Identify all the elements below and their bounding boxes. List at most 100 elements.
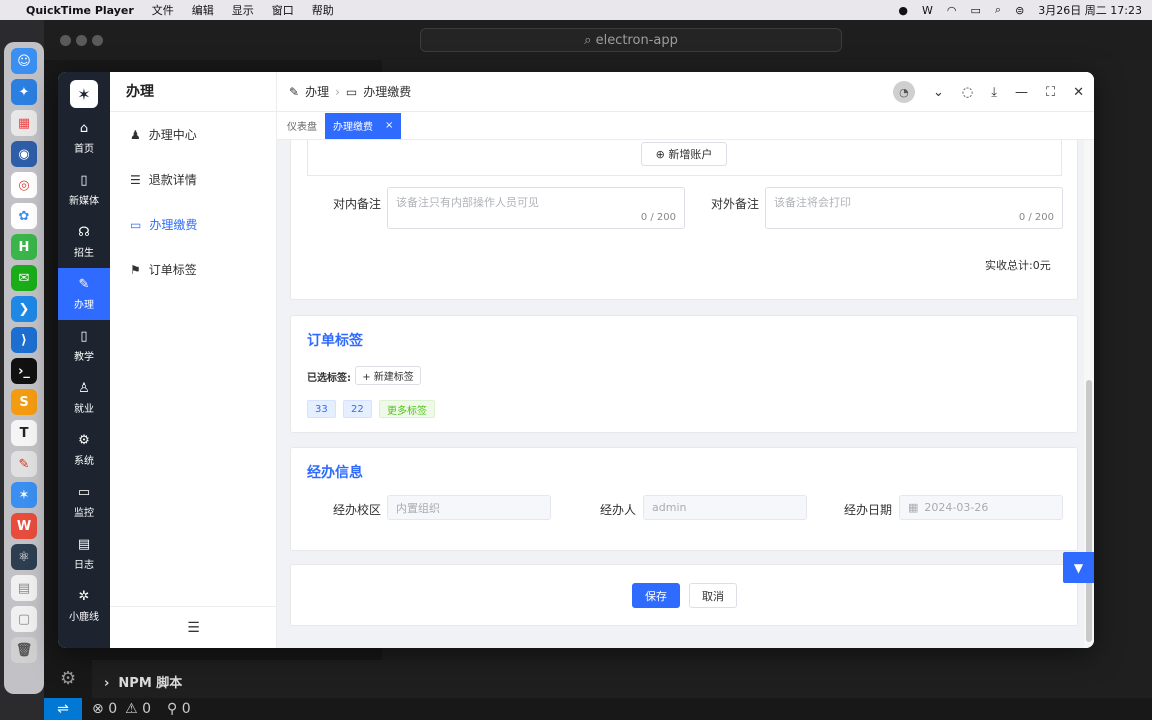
- menubar-app-name[interactable]: QuickTime Player: [26, 4, 134, 17]
- rail-item-label: 系统: [74, 456, 94, 467]
- wifi-icon[interactable]: ◠: [947, 4, 957, 17]
- typora-icon[interactable]: T: [11, 420, 37, 446]
- menubar-item-view[interactable]: 显示: [232, 2, 254, 18]
- menubar-item-file[interactable]: 文件: [152, 2, 174, 18]
- vscode-npm-scripts[interactable]: › NPM 脚本: [104, 672, 182, 691]
- warning-icon[interactable]: ⚠: [125, 701, 142, 717]
- menubar-item-edit[interactable]: 编辑: [192, 2, 214, 18]
- control-center-icon[interactable]: ⊜: [1015, 4, 1024, 17]
- card-icon: ▭: [345, 84, 358, 99]
- campus-select[interactable]: 内置组织: [387, 495, 551, 520]
- tab-payment[interactable]: 办理缴费 ×: [325, 112, 402, 139]
- menubar-item-help[interactable]: 帮助: [312, 2, 334, 18]
- quicktime-icon[interactable]: ◉: [11, 141, 37, 167]
- sublime-icon[interactable]: S: [11, 389, 37, 415]
- bookmark-icon: ⚑: [130, 262, 141, 277]
- minimize-traffic-light[interactable]: [76, 35, 87, 46]
- gear-icon[interactable]: ⚙: [60, 668, 76, 689]
- rail-item-teaching[interactable]: ▯ 教学: [58, 320, 110, 372]
- fullscreen-icon[interactable]: ⛶: [1046, 85, 1055, 100]
- message-icon[interactable]: ◌: [962, 85, 973, 100]
- vscode-icon[interactable]: ⟩: [11, 327, 37, 353]
- monitor-icon: ▭: [77, 485, 91, 500]
- launchpad-icon[interactable]: ▦: [11, 110, 37, 136]
- sub-menu: 办理 ♟ 办理中心 ☰ 退款详情 ▭ 办理缴费 ⚑ 订单标签 ☰: [110, 72, 277, 648]
- chrome-icon[interactable]: ◎: [11, 172, 37, 198]
- terminal-icon[interactable]: ›_: [11, 358, 37, 384]
- status-ports: 0: [181, 701, 191, 717]
- scrollbar-thumb[interactable]: [1086, 380, 1092, 642]
- bug-icon: ✲: [78, 589, 90, 604]
- rail-item-employment[interactable]: ♙ 就业: [58, 372, 110, 424]
- cancel-button[interactable]: 取消: [689, 583, 737, 608]
- selected-tags-label: 已选标签:: [307, 373, 351, 384]
- rail-item-handle[interactable]: ✎ 办理: [58, 268, 110, 320]
- wps-dock-icon[interactable]: W: [11, 513, 37, 539]
- safari-icon[interactable]: ✦: [11, 79, 37, 105]
- rail-item-system[interactable]: ⚙ 系统: [58, 424, 110, 476]
- electron-icon[interactable]: ⚛: [11, 544, 37, 570]
- wechat-icon[interactable]: ✉: [11, 265, 37, 291]
- paint-icon[interactable]: ✎: [11, 451, 37, 477]
- error-icon[interactable]: ⊗: [92, 701, 108, 717]
- add-account-button[interactable]: ⊕ 新增账户: [641, 142, 727, 166]
- record-icon[interactable]: ●: [898, 4, 908, 17]
- zoom-traffic-light[interactable]: [92, 35, 103, 46]
- breadcrumb-root[interactable]: 办理: [305, 83, 329, 100]
- search-icon[interactable]: ⌕: [995, 3, 1001, 17]
- battery-icon[interactable]: ▭: [971, 4, 981, 17]
- close-traffic-light[interactable]: [60, 35, 71, 46]
- finder-icon[interactable]: ☺: [11, 48, 37, 74]
- wps-icon[interactable]: W: [922, 4, 933, 17]
- arrow-app-icon[interactable]: ❯: [11, 296, 37, 322]
- collapse-menu-button[interactable]: ☰: [110, 606, 277, 648]
- document-icon[interactable]: ▢: [11, 606, 37, 632]
- handler-field[interactable]: admin: [643, 495, 807, 520]
- deer-app-icon[interactable]: ✶: [11, 482, 37, 508]
- breadcrumb: ✎ 办理 › ▭ 办理缴费: [289, 83, 411, 100]
- menu-item-center[interactable]: ♟ 办理中心: [110, 112, 276, 157]
- tab-dashboard[interactable]: 仪表盘: [283, 113, 321, 139]
- rail-item-media[interactable]: ▯ 新媒体: [58, 164, 110, 216]
- more-tags-button[interactable]: 更多标签: [379, 400, 435, 418]
- status-errors: 0: [108, 701, 118, 717]
- menu-item-payment[interactable]: ▭ 办理缴费: [110, 202, 276, 247]
- menubar-item-window[interactable]: 窗口: [272, 2, 294, 18]
- vscode-command-search[interactable]: ⌕ electron-app: [420, 28, 842, 52]
- save-button[interactable]: 保存: [632, 583, 680, 608]
- chevron-down-icon[interactable]: ⌄: [933, 85, 944, 100]
- top-bar: ✎ 办理 › ▭ 办理缴费 ◔ ⌄ ◌ ⤓ — ⛶ ✕: [277, 72, 1094, 112]
- minimize-icon[interactable]: —: [1015, 85, 1028, 100]
- rail-item-enroll[interactable]: ☊ 招生: [58, 216, 110, 268]
- phone-icon: ▯: [80, 329, 88, 344]
- avatar[interactable]: ◔: [892, 81, 915, 103]
- new-tag-button[interactable]: + 新建标签: [355, 366, 421, 385]
- remote-icon[interactable]: ⇌: [44, 698, 82, 720]
- rail-item-home[interactable]: ⌂ 首页: [58, 112, 110, 164]
- hbuilder-icon[interactable]: H: [11, 234, 37, 260]
- menu-item-order-tags[interactable]: ⚑ 订单标签: [110, 247, 276, 292]
- external-note-field[interactable]: 该备注将会打印 0 / 200: [765, 187, 1063, 229]
- tag-chip[interactable]: 33: [307, 400, 336, 418]
- rail-item-xiaolu[interactable]: ✲ 小鹿线: [58, 580, 110, 632]
- menu-item-refund[interactable]: ☰ 退款详情: [110, 157, 276, 202]
- date-picker[interactable]: ▦ 2024-03-26: [899, 495, 1063, 520]
- close-icon[interactable]: ✕: [1073, 85, 1084, 100]
- close-icon[interactable]: ×: [385, 120, 393, 131]
- ports-icon[interactable]: ⚲: [167, 701, 182, 717]
- rail-item-monitor[interactable]: ▭ 监控: [58, 476, 110, 528]
- tag-chip[interactable]: 22: [343, 400, 372, 418]
- floating-side-button[interactable]: ▼: [1063, 552, 1094, 583]
- breadcrumb-current: 办理缴费: [363, 85, 412, 99]
- card-icon: ▭: [130, 217, 142, 232]
- internal-note-field[interactable]: 该备注只有内部操作人员可见 0 / 200: [387, 187, 685, 229]
- menubar-datetime[interactable]: 3月26日 周二 17:23: [1038, 2, 1142, 18]
- app-icon[interactable]: ✿: [11, 203, 37, 229]
- rail-item-log[interactable]: ▤ 日志: [58, 528, 110, 580]
- preview-icon[interactable]: ▤: [11, 575, 37, 601]
- download-icon[interactable]: ⤓: [991, 85, 997, 100]
- handler-info-title: 经办信息: [307, 465, 363, 481]
- trash-icon[interactable]: 🗑: [11, 637, 37, 663]
- payment-card: ⊕ 新增账户 对内备注 该备注只有内部操作人员可见 0 / 200 对外备注 该…: [290, 140, 1078, 300]
- module-rail: ✶ ⌂ 首页 ▯ 新媒体 ☊ 招生 ✎ 办理 ▯ 教学 ♙ 就业 ⚙ 系统 ▭ 监控 ▤ 日志 ✲…: [58, 72, 110, 648]
